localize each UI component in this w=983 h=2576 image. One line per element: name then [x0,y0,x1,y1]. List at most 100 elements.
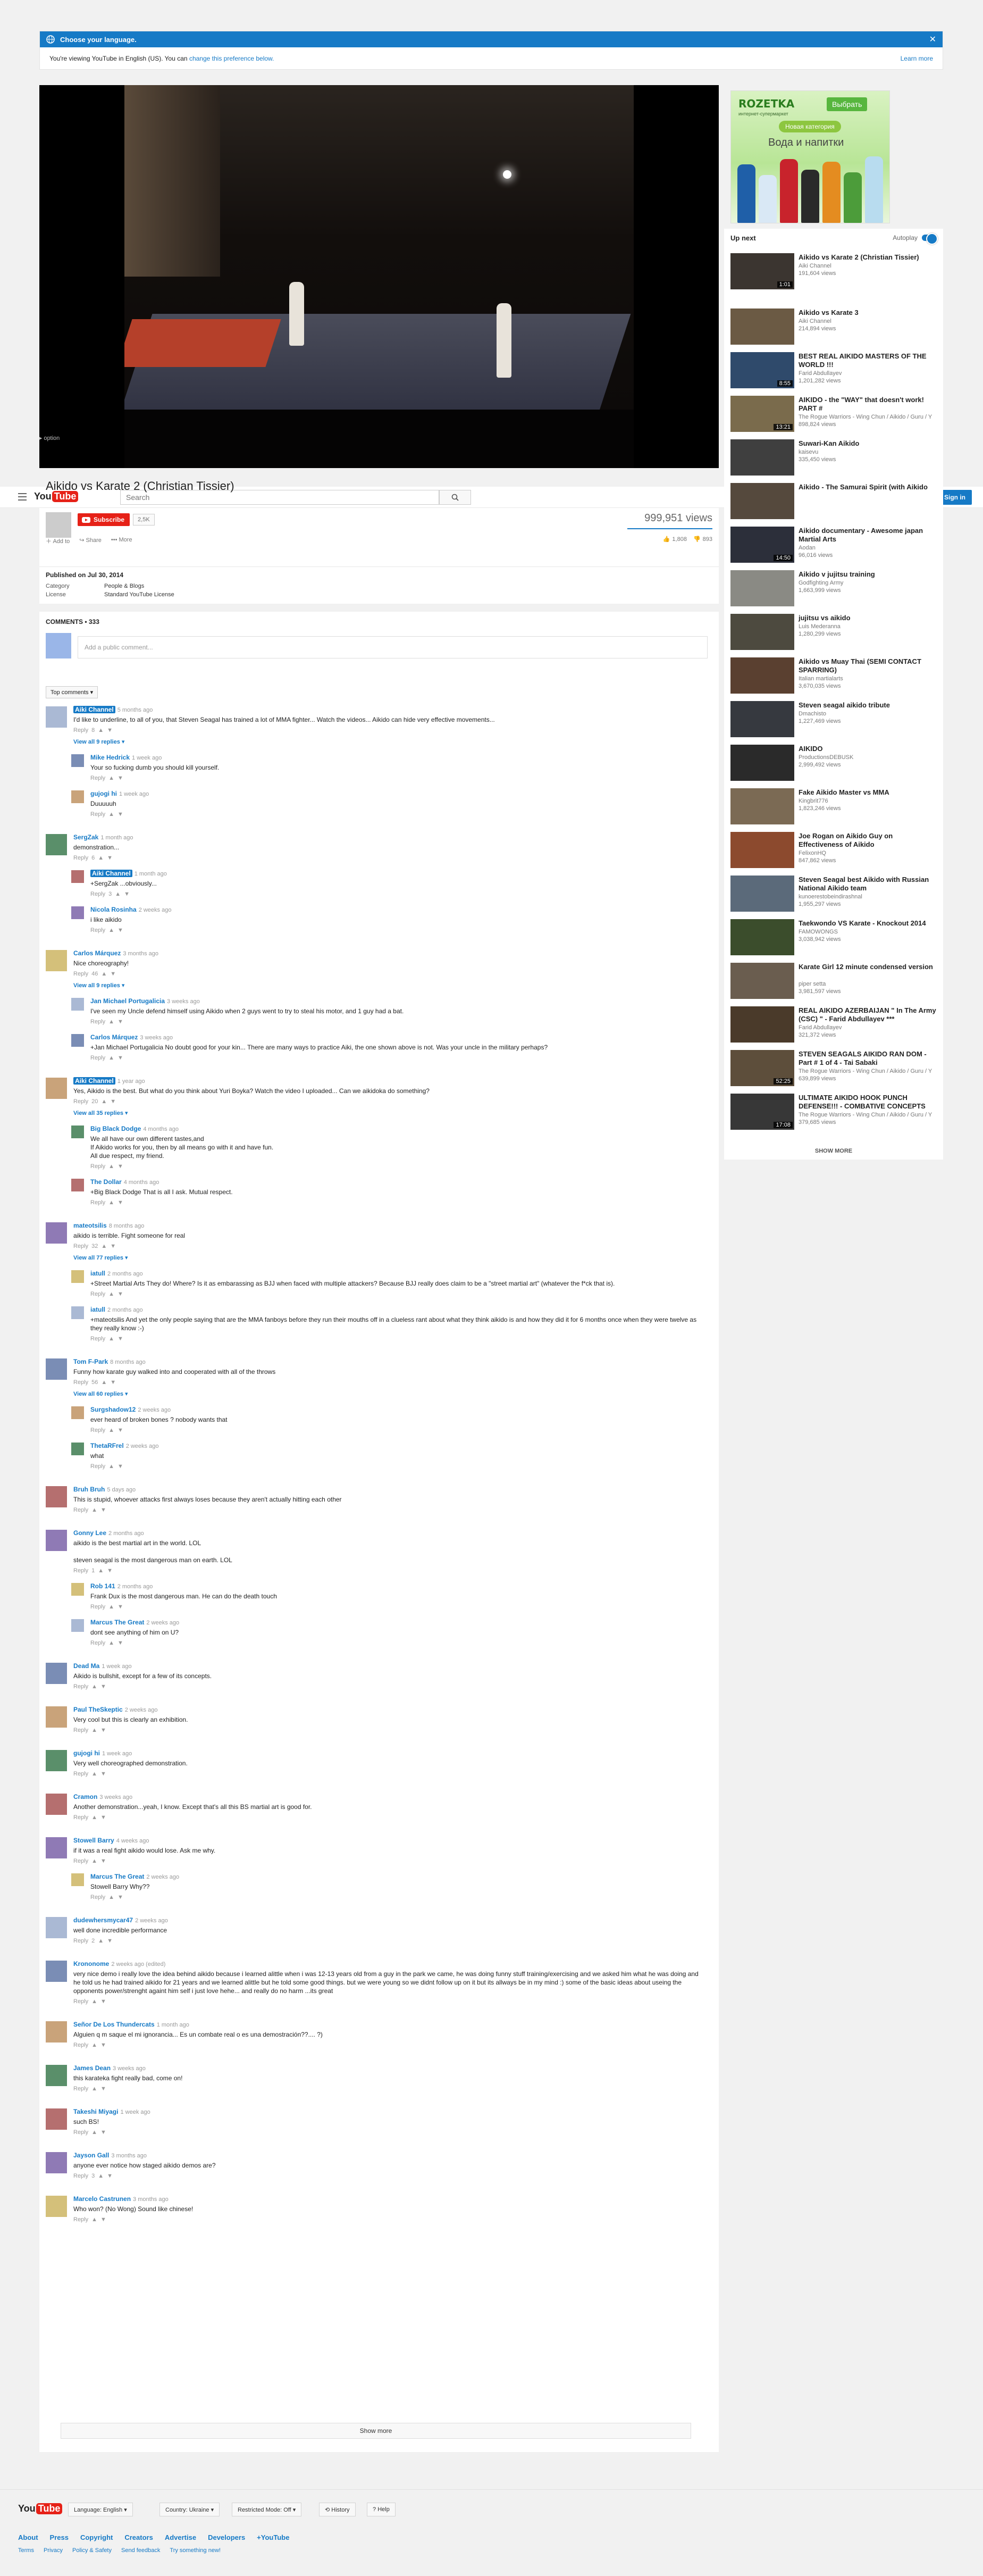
menu-icon[interactable] [18,493,27,501]
thumb-up-icon[interactable]: ▲ [101,1378,107,1387]
thumb-up-icon[interactable]: ▲ [91,1506,97,1514]
recommendation-item[interactable]: Fake Aikido Master vs MMA Kingbrit776 1,82… [730,788,938,831]
thumb-up-icon[interactable]: ▲ [108,1335,114,1343]
comment-author[interactable]: James Dean [73,2064,111,2072]
thumb-up-icon[interactable]: ▲ [108,774,114,782]
footer-link[interactable]: Advertise [165,2533,196,2541]
recommendation-title[interactable]: Aikido vs Muay Thai (SEMI CONTACT SPARRI… [799,657,938,674]
reply-button[interactable]: Reply [73,1378,88,1387]
learn-more-link[interactable]: Learn more [901,55,933,62]
ad-cta-button[interactable]: Выбрать [827,97,868,111]
comment-author[interactable]: gujogi hi [73,1749,100,1757]
comment-author[interactable]: gujogi hi [90,790,117,797]
reply-button[interactable]: Reply [73,2172,88,2180]
video-thumbnail[interactable] [730,876,794,912]
thumb-down-icon[interactable]: ▼ [110,1097,116,1106]
restricted-mode-button[interactable]: Restricted Mode: Off ▾ [232,2503,302,2516]
recommendation-item[interactable]: Steven seagal aikido tribute Dmachisto 1,2… [730,701,938,744]
thumb-up-icon[interactable]: ▲ [91,1682,97,1691]
thumb-down-icon[interactable]: ▼ [107,726,113,735]
thumb-up-icon[interactable]: ▲ [108,1198,114,1207]
view-all-replies-link[interactable]: View all 9 replies ▾ [73,738,706,746]
comment-author[interactable]: Krononome [73,1960,109,1968]
recommendation-title[interactable]: jujitsu vs aikido [799,614,938,622]
thumb-down-icon[interactable]: ▼ [100,2128,106,2137]
reply-button[interactable]: Reply [90,1639,105,1647]
sort-comments-dropdown[interactable]: Top comments ▾ [46,686,98,698]
comment-time[interactable]: 2 weeks ago (edited) [111,1961,165,1968]
comment-avatar[interactable] [46,1917,67,1938]
reply-button[interactable]: Reply [73,1997,88,2006]
reply-button[interactable]: Reply [73,2215,88,2224]
thumb-down-icon[interactable]: ▼ [107,1566,113,1575]
recommendation-title[interactable]: Karate Girl 12 minute condensed version [799,963,938,971]
video-thumbnail[interactable] [730,963,794,999]
thumb-up-icon[interactable]: ▲ [91,2128,97,2137]
recommendation-item[interactable]: Joe Rogan on Aikido Guy on Effectiveness… [730,832,938,874]
comment-author[interactable]: Takeshi Miyagi [73,2108,118,2115]
reply-button[interactable]: Reply [90,1018,105,1026]
comment-time[interactable]: 1 week ago [119,791,149,797]
thumb-down-icon[interactable]: ▼ [100,1682,106,1691]
thumb-up-icon[interactable]: ▲ [91,1813,97,1822]
thumb-up-icon[interactable]: ▲ [91,1770,97,1778]
thumb-down-icon[interactable]: ▼ [100,1726,106,1735]
comment-time[interactable]: 5 months ago [117,707,153,713]
thumb-down-icon[interactable]: ▼ [117,1018,123,1026]
view-all-replies-link[interactable]: View all 9 replies ▾ [73,981,706,990]
recommendation-item[interactable]: Steven Seagal best Aikido with Russian N… [730,876,938,918]
thumb-up-icon[interactable]: ▲ [91,1726,97,1735]
comment-author[interactable]: Marcus The Great [90,1619,144,1626]
comment-avatar[interactable] [46,706,67,728]
reply-button[interactable]: Reply [90,926,105,935]
recommendation-item[interactable]: Suwari-Kan Aikido kaisevu 335,450 views [730,439,938,482]
video-thumbnail[interactable] [730,745,794,781]
thumb-down-icon[interactable]: ▼ [117,1603,123,1611]
history-button[interactable]: ⟲ History [319,2503,356,2516]
comment-avatar[interactable] [46,1837,67,1858]
comment-time[interactable]: 2 weeks ago [146,1874,179,1880]
comment-time[interactable]: 3 weeks ago [167,998,200,1005]
close-icon[interactable]: ✕ [929,34,936,45]
thumb-down-icon[interactable]: ▼ [100,2215,106,2224]
thumb-down-icon[interactable]: ▼ [110,1242,116,1251]
thumb-down-icon[interactable]: ▼ [117,1290,123,1298]
comment-time[interactable]: 1 week ago [132,755,162,761]
comment-avatar[interactable] [46,950,67,971]
recommendation-title[interactable]: Steven Seagal best Aikido with Russian N… [799,876,938,893]
comment-author[interactable]: mateotsilis [73,1222,107,1229]
reply-button[interactable]: Reply [90,1054,105,1062]
recommendation-title[interactable]: Suwari-Kan Aikido [799,439,938,448]
recommendation-title[interactable]: AIKIDO [799,745,938,753]
search-button[interactable] [439,490,471,505]
reply-button[interactable]: Reply [90,1426,105,1435]
comment-avatar[interactable] [46,2065,67,2086]
reply-button[interactable]: Reply [90,810,105,819]
video-thumbnail[interactable] [730,832,794,868]
thumb-down-icon[interactable]: ▼ [100,1506,106,1514]
reply-button[interactable]: Reply [90,890,105,898]
recommendation-title[interactable]: Aikido vs Karate 2 (Christian Tissier) [799,253,938,262]
thumb-up-icon[interactable]: ▲ [108,1054,114,1062]
comment-avatar[interactable] [46,1961,67,1982]
thumb-up-icon[interactable]: ▲ [98,726,104,735]
footer-link[interactable]: Send feedback [121,2547,160,2554]
comment-author[interactable]: Marcus The Great [90,1873,144,1880]
reply-button[interactable]: Reply [73,970,88,978]
comment-author[interactable]: dudewhersmycar47 [73,1916,133,1924]
recommendation-title[interactable]: Joe Rogan on Aikido Guy on Effectiveness… [799,832,938,849]
video-thumbnail[interactable]: 14:50 [730,527,794,563]
thumb-down-icon[interactable]: ▼ [124,890,130,898]
reply-button[interactable]: Reply [73,2128,88,2137]
thumb-up-icon[interactable]: ▲ [101,1242,107,1251]
video-thumbnail[interactable] [730,483,794,519]
recommendation-item[interactable]: Aikido v jujitsu training Godfighting Arm… [730,570,938,613]
view-all-replies-link[interactable]: View all 77 replies ▾ [73,1254,706,1262]
recommendation-item[interactable]: 14:50 Aikido documentary - Awesome japan … [730,527,938,569]
thumb-up-icon[interactable]: ▲ [108,1018,114,1026]
comment-avatar[interactable] [71,906,84,919]
recommendation-item[interactable]: Taekwondo VS Karate - Knockout 2014 FAMOW… [730,919,938,962]
comment-avatar[interactable] [71,790,84,803]
recommendation-title[interactable]: Aikido documentary - Awesome japan Marti… [799,527,938,544]
comment-author[interactable]: Jayson Gall [73,2152,109,2159]
